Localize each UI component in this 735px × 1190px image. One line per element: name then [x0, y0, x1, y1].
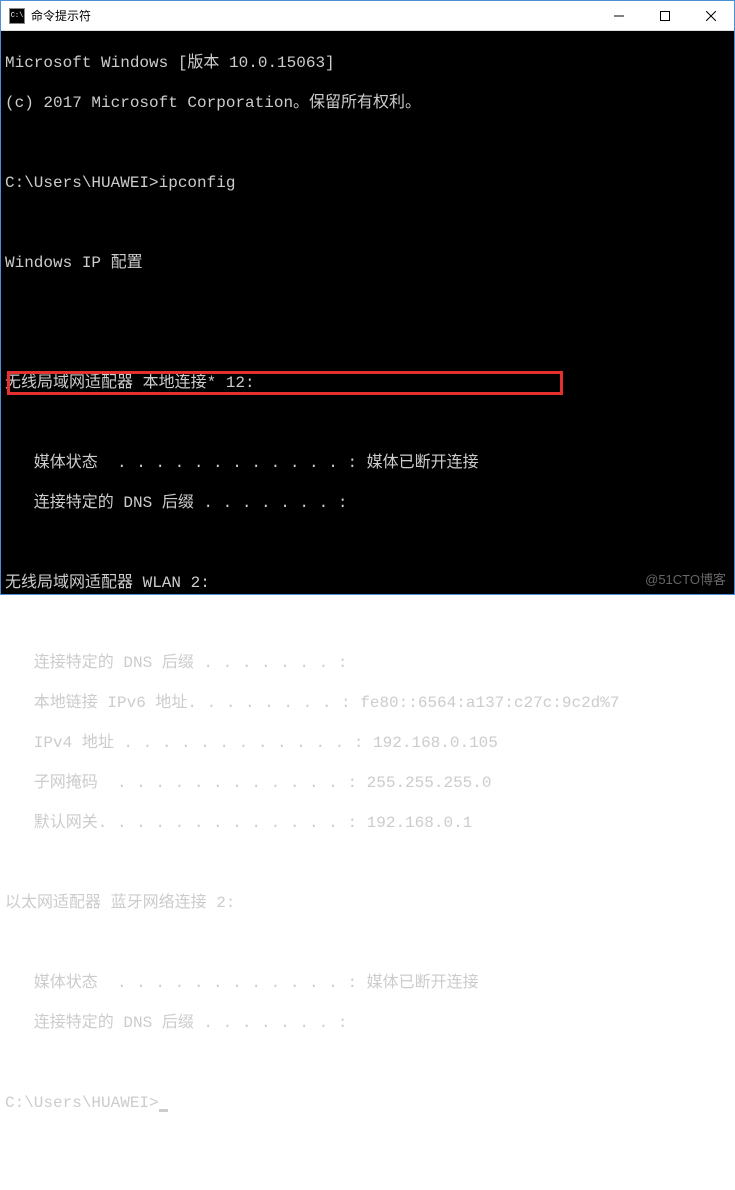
- gateway-line: 默认网关. . . . . . . . . . . . . : 192.168.…: [5, 813, 730, 833]
- blank-line: [5, 133, 730, 153]
- close-button[interactable]: [688, 1, 734, 30]
- ipv6-line: 本地链接 IPv6 地址. . . . . . . . : fe80::6564…: [5, 693, 730, 713]
- prompt-path: C:\Users\HUAWEI>: [5, 174, 159, 192]
- window-controls: [596, 1, 734, 30]
- ipv4-line: IPv4 地址 . . . . . . . . . . . . : 192.16…: [5, 733, 730, 753]
- maximize-icon: [660, 11, 670, 21]
- minimize-button[interactable]: [596, 1, 642, 30]
- media-state-line: 媒体状态 . . . . . . . . . . . . : 媒体已断开连接: [5, 453, 730, 473]
- copyright-line: (c) 2017 Microsoft Corporation。保留所有权利。: [5, 93, 730, 113]
- adapter-header: 无线局域网适配器 WLAN 2:: [5, 573, 730, 593]
- dns-suffix-line: 连接特定的 DNS 后缀 . . . . . . . :: [5, 493, 730, 513]
- window-title: 命令提示符: [31, 7, 596, 24]
- terminal-output[interactable]: Microsoft Windows [版本 10.0.15063] (c) 20…: [1, 31, 734, 594]
- subnet-line: 子网掩码 . . . . . . . . . . . . : 255.255.2…: [5, 773, 730, 793]
- close-icon: [706, 11, 716, 21]
- version-line: Microsoft Windows [版本 10.0.15063]: [5, 53, 730, 73]
- media-state-line: 媒体状态 . . . . . . . . . . . . : 媒体已断开连接: [5, 973, 730, 993]
- prompt-path: C:\Users\HUAWEI>: [5, 1094, 159, 1112]
- adapter-header: 以太网适配器 蓝牙网络连接 2:: [5, 893, 730, 913]
- cursor: [159, 1109, 168, 1112]
- dns-suffix-line: 连接特定的 DNS 后缀 . . . . . . . :: [5, 653, 730, 673]
- prompt-line: C:\Users\HUAWEI>ipconfig: [5, 173, 730, 193]
- blank-line: [5, 333, 730, 353]
- prompt-line: C:\Users\HUAWEI>: [5, 1093, 730, 1113]
- minimize-icon: [614, 11, 624, 21]
- cmd-icon: C:\: [9, 8, 25, 24]
- dns-suffix-line: 连接特定的 DNS 后缀 . . . . . . . :: [5, 1013, 730, 1033]
- blank-line: [5, 1053, 730, 1073]
- adapter-header: 无线局域网适配器 本地连接* 12:: [5, 373, 730, 393]
- watermark-text: @51CTO博客: [645, 570, 726, 590]
- window-titlebar: C:\ 命令提示符: [1, 1, 734, 31]
- blank-line: [5, 533, 730, 553]
- blank-line: [5, 933, 730, 953]
- maximize-button[interactable]: [642, 1, 688, 30]
- blank-line: [5, 213, 730, 233]
- blank-line: [5, 853, 730, 873]
- blank-line: [5, 293, 730, 313]
- blank-line: [5, 413, 730, 433]
- blank-line: [5, 613, 730, 633]
- ipconfig-title: Windows IP 配置: [5, 253, 730, 273]
- entered-command: ipconfig: [159, 174, 236, 192]
